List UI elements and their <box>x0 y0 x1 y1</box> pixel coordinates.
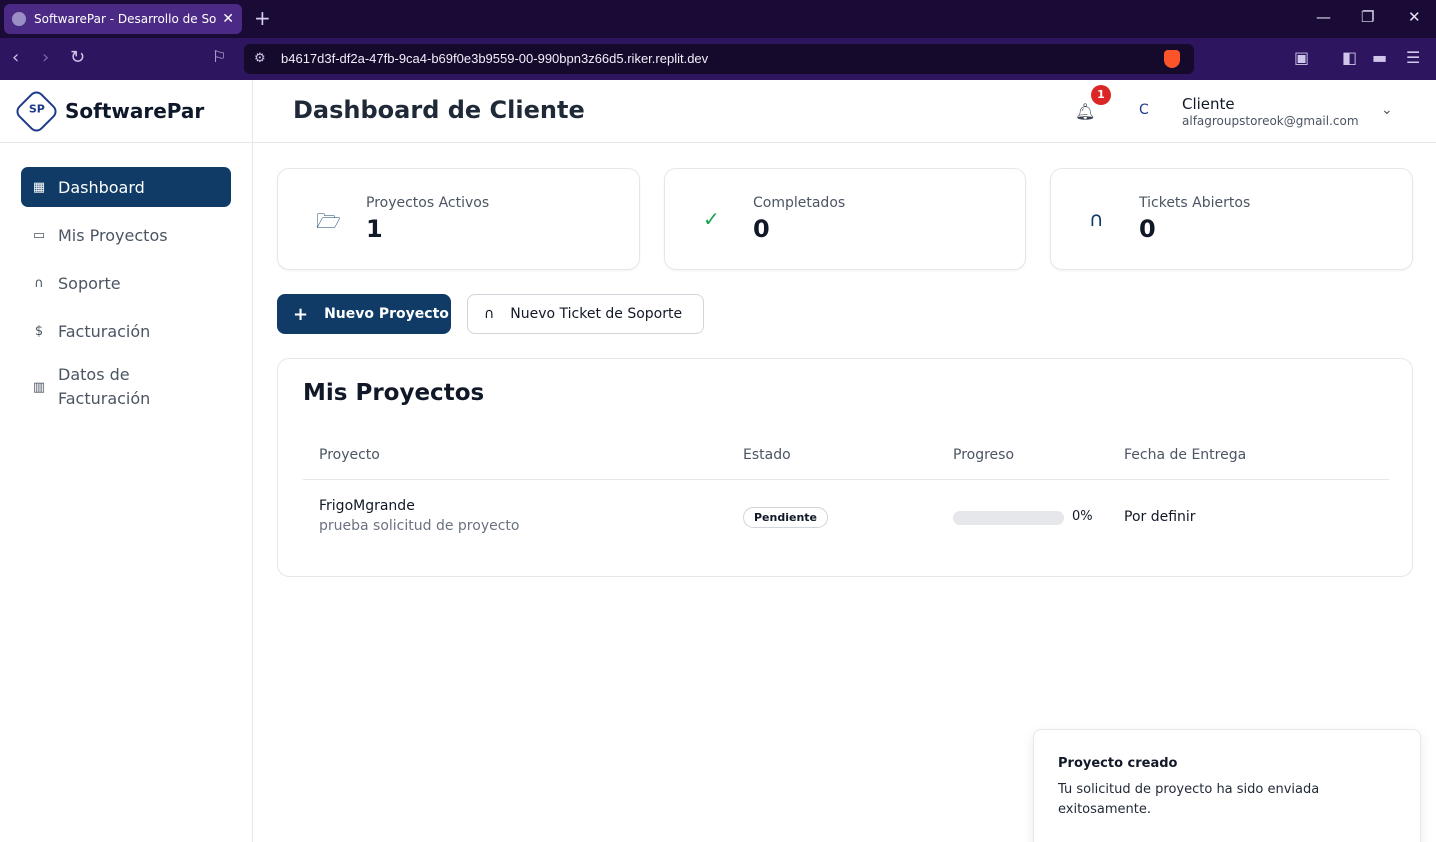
column-header: Estado <box>743 447 791 463</box>
page-title: Dashboard de Cliente <box>293 96 585 124</box>
sidebar-item-label: Dashboard <box>58 177 145 197</box>
due-date: Por definir <box>1124 509 1196 525</box>
column-header: Proyecto <box>319 447 380 463</box>
project-description: prueba solicitud de proyecto <box>319 518 520 534</box>
user-email: alfagroupstoreok@gmail.com <box>1182 114 1359 128</box>
folder-icon: ▭ <box>32 227 46 243</box>
new-project-label: Nuevo Proyecto <box>324 306 449 322</box>
close-tab-icon[interactable]: ✕ <box>222 11 234 27</box>
stat-value: 1 <box>366 215 383 243</box>
column-header: Progreso <box>953 447 1015 463</box>
new-ticket-label: Nuevo Ticket de Soporte <box>510 306 683 322</box>
progress-bar <box>953 511 1064 525</box>
restore-button[interactable]: ❐ <box>1361 8 1374 26</box>
stat-card-tickets-abiertos: ∩ Tickets Abiertos 0 <box>1050 168 1413 270</box>
headset-icon: ∩ <box>1089 207 1104 231</box>
site-settings-icon[interactable]: ⚙ <box>254 51 266 66</box>
chevron-down-icon[interactable]: ⌄ <box>1381 102 1393 118</box>
building-icon: ▥ <box>32 379 46 395</box>
project-name: FrigoMgrande <box>319 498 415 514</box>
plus-icon: + <box>293 303 309 325</box>
new-ticket-button[interactable]: ∩ Nuevo Ticket de Soporte <box>467 294 704 334</box>
table-header: Proyecto Estado Progreso Fecha de Entreg… <box>303 438 1389 480</box>
sidebar-toggle-icon[interactable]: ◧ <box>1342 48 1357 67</box>
check-circle-icon: ✓ <box>703 207 720 231</box>
sidebar-item-label: Soporte <box>58 273 121 293</box>
toast-notification[interactable]: Proyecto creado Tu solicitud de proyecto… <box>1033 729 1421 842</box>
stat-value: 0 <box>753 215 770 243</box>
progress-percent: 0% <box>1072 509 1093 524</box>
sidebar: SP SoftwarePar ▦ Dashboard ▭ Mis Proyect… <box>0 80 253 842</box>
headset-icon: ∩ <box>484 306 495 322</box>
stat-label: Completados <box>753 195 846 211</box>
notification-badge: 1 <box>1091 85 1111 105</box>
table-row[interactable]: FrigoMgrande prueba solicitud de proyect… <box>303 481 1389 553</box>
column-header: Fecha de Entrega <box>1124 447 1247 463</box>
screenshot-icon[interactable]: ▣ <box>1294 48 1309 67</box>
toast-message: Tu solicitud de proyecto ha sido enviada… <box>1058 782 1320 817</box>
minimize-button[interactable]: — <box>1316 8 1331 26</box>
sidebar-item-dashboard[interactable]: ▦ Dashboard <box>21 167 231 207</box>
new-project-button[interactable]: + Nuevo Proyecto <box>277 294 451 334</box>
sidebar-item-datos-facturacion[interactable]: ▥ Datos de Facturación <box>21 359 231 415</box>
stat-card-proyectos-activos: 🗁 Proyectos Activos 1 <box>277 168 640 270</box>
brave-shield-icon[interactable] <box>1164 50 1180 68</box>
brand-name: SoftwarePar <box>65 99 205 123</box>
sidebar-item-label: Mis Proyectos <box>58 225 168 245</box>
grid-icon: ▦ <box>32 179 46 195</box>
bell-icon[interactable]: 🔔︎ <box>1075 102 1095 121</box>
projects-title: Mis Proyectos <box>303 380 485 406</box>
softwarepar-logo-icon: SP <box>13 87 60 135</box>
receipt-icon: $ <box>34 323 44 339</box>
menu-icon[interactable]: ☰ <box>1406 48 1420 67</box>
back-button[interactable]: ‹ <box>12 47 19 68</box>
toast-title: Proyecto creado <box>1058 756 1178 771</box>
browser-nav-bar: ‹ › ↻ ⚐ ⚙ b4617d3f-df2a-47fb-9ca4-b69f0e… <box>0 38 1436 80</box>
browser-tab-bar: SoftwarePar - Desarrollo de Softw ✕ + — … <box>0 0 1436 38</box>
sidebar-nav: ▦ Dashboard ▭ Mis Proyectos ∩ Soporte $ … <box>0 143 252 447</box>
sidebar-item-label: Facturación <box>58 321 151 341</box>
stat-label: Tickets Abiertos <box>1139 195 1251 211</box>
reload-button[interactable]: ↻ <box>70 47 85 68</box>
new-tab-button[interactable]: + <box>254 6 271 30</box>
sidebar-item-facturacion[interactable]: $ Facturación <box>21 311 231 351</box>
close-window-button[interactable]: ✕ <box>1408 8 1421 26</box>
url-text: b4617d3f-df2a-47fb-9ca4-b69f0e3b9559-00-… <box>281 51 709 66</box>
avatar[interactable]: C <box>1139 102 1149 118</box>
browser-tab[interactable]: SoftwarePar - Desarrollo de Softw ✕ <box>4 4 242 34</box>
wallet-icon[interactable]: ▬ <box>1372 48 1387 67</box>
app: SP SoftwarePar ▦ Dashboard ▭ Mis Proyect… <box>0 80 1436 842</box>
status-badge: Pendiente <box>743 507 829 528</box>
headset-icon: ∩ <box>34 275 44 291</box>
brand[interactable]: SP SoftwarePar <box>0 80 252 143</box>
user-name: Cliente <box>1182 95 1235 113</box>
stat-card-completados: ✓ Completados 0 <box>664 168 1026 270</box>
tab-title: SoftwarePar - Desarrollo de Softw <box>34 12 217 26</box>
folder-open-icon: 🗁 <box>316 209 341 233</box>
sidebar-item-label: Datos de Facturación <box>58 365 151 408</box>
sidebar-item-soporte[interactable]: ∩ Soporte <box>21 263 231 303</box>
sidebar-item-mis-proyectos[interactable]: ▭ Mis Proyectos <box>21 215 231 255</box>
projects-panel: Mis Proyectos Proyecto Estado Progreso F… <box>277 358 1413 577</box>
stat-label: Proyectos Activos <box>366 195 490 211</box>
page-header: Dashboard de Cliente 🔔︎ 1 C Cliente alfa… <box>253 80 1436 143</box>
bookmark-icon[interactable]: ⚐ <box>212 47 226 66</box>
stat-value: 0 <box>1139 215 1156 243</box>
forward-button[interactable]: › <box>42 47 49 68</box>
globe-icon <box>12 12 26 26</box>
address-bar[interactable]: ⚙ b4617d3f-df2a-47fb-9ca4-b69f0e3b9559-0… <box>244 44 1194 74</box>
